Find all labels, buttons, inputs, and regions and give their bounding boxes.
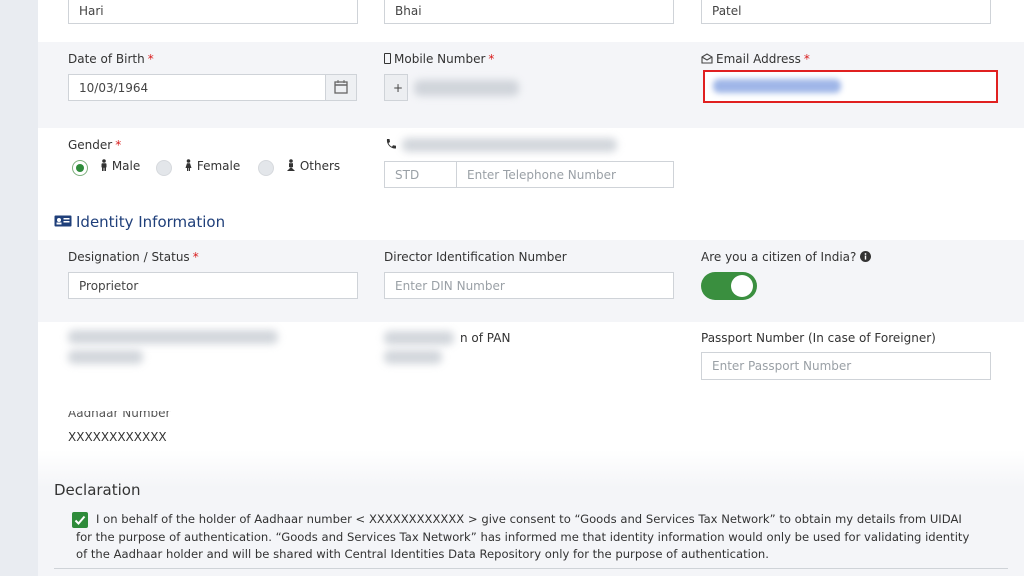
- designation-value: Proprietor: [79, 279, 139, 293]
- mobile-prefix: +: [384, 74, 408, 101]
- envelope-icon: [701, 53, 713, 64]
- mobile-number-redacted: [414, 80, 519, 96]
- citizen-toggle[interactable]: [701, 272, 757, 300]
- middle-name-value: Bhai: [395, 4, 422, 18]
- gender-others-option[interactable]: Others: [286, 159, 340, 173]
- telephone-label-redacted: [402, 138, 617, 152]
- first-name-value: Hari: [79, 4, 104, 18]
- din-label: Director Identification Number: [384, 250, 567, 264]
- gender-female-radio[interactable]: [156, 160, 172, 176]
- dob-input[interactable]: 10/03/1964: [68, 74, 326, 101]
- gender-male-option[interactable]: Male: [100, 159, 140, 173]
- aadhaar-value: XXXXXXXXXXXX: [68, 430, 167, 444]
- mobile-icon: [384, 53, 391, 64]
- aadhaar-label: Aadhaar Number: [68, 411, 171, 420]
- pan-label-redacted: [384, 331, 454, 345]
- female-icon: [185, 159, 192, 171]
- email-label: Email Address *: [701, 52, 810, 66]
- calendar-icon[interactable]: [325, 74, 357, 101]
- pan-value-redacted: [384, 350, 442, 364]
- middle-name-input[interactable]: Bhai: [384, 0, 674, 24]
- identity-section-title: Identity Information: [76, 213, 226, 231]
- gst-registration-form: Hari Bhai Patel Date of Birth * 10/03/196…: [38, 0, 1024, 576]
- id-card-icon: [54, 215, 72, 227]
- mobile-label: Mobile Number *: [384, 52, 494, 66]
- toggle-knob: [731, 275, 753, 297]
- gender-others-radio[interactable]: [258, 160, 274, 176]
- gender-label: Gender *: [68, 138, 122, 152]
- dob-label: Date of Birth *: [68, 52, 154, 66]
- std-input[interactable]: STD: [384, 161, 457, 188]
- last-name-input[interactable]: Patel: [701, 0, 991, 24]
- pan-field-redacted-2: [68, 350, 143, 364]
- others-icon: [287, 159, 295, 171]
- divider: [54, 568, 1008, 569]
- aadhaar-label-clip: Aadhaar Number: [68, 411, 188, 420]
- pan-field-redacted-1: [68, 330, 278, 344]
- passport-label: Passport Number (In case of Foreigner): [701, 331, 936, 345]
- last-name-value: Patel: [712, 4, 742, 18]
- declaration-text: I on behalf of the holder of Aadhaar num…: [76, 512, 970, 561]
- designation-label: Designation / Status *: [68, 250, 199, 264]
- citizen-label: Are you a citizen of India?: [701, 250, 872, 264]
- phone-icon: [386, 139, 396, 149]
- gender-female-option[interactable]: Female: [184, 159, 240, 173]
- male-icon: [101, 159, 107, 171]
- email-input[interactable]: [703, 70, 998, 103]
- declaration-title: Declaration: [54, 481, 141, 499]
- passport-input[interactable]: Enter Passport Number: [701, 352, 991, 380]
- first-name-input[interactable]: Hari: [68, 0, 358, 24]
- email-value-redacted: [713, 79, 841, 93]
- din-input[interactable]: Enter DIN Number: [384, 272, 674, 299]
- telephone-number-input[interactable]: Enter Telephone Number: [456, 161, 674, 188]
- info-icon[interactable]: [860, 251, 872, 262]
- dob-value: 10/03/1964: [79, 81, 149, 95]
- gender-male-radio[interactable]: [72, 160, 88, 176]
- designation-input[interactable]: Proprietor: [68, 272, 358, 299]
- pan-label-visible: n of PAN: [460, 331, 511, 345]
